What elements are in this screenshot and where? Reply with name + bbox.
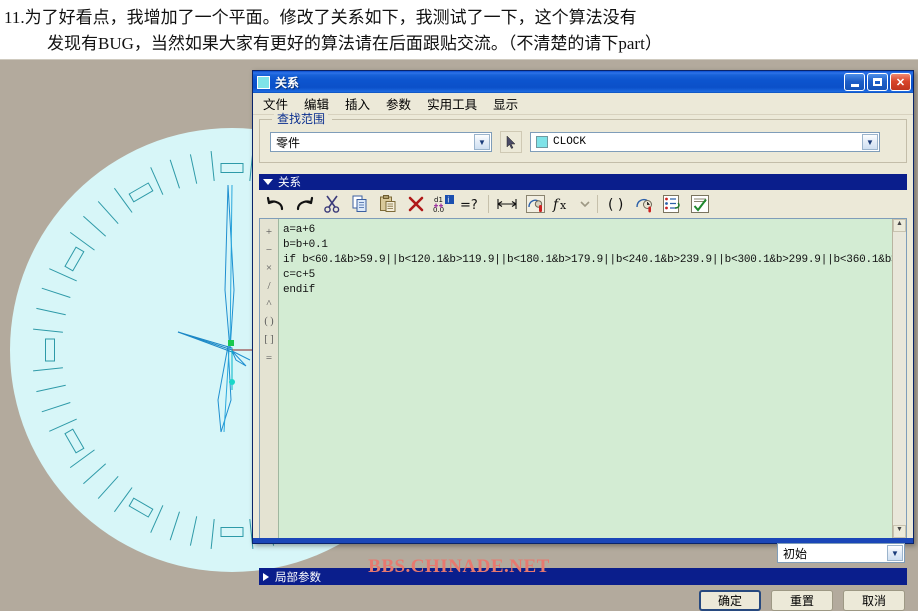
scope-type-value: 零件: [276, 135, 301, 150]
dimension-icon: [497, 199, 517, 209]
reset-button[interactable]: 重置: [771, 590, 833, 611]
svg-text:0.0: 0.0: [433, 206, 444, 213]
operator-divide[interactable]: /: [267, 277, 270, 295]
relations-panel-title: 关系: [278, 177, 301, 189]
paste-icon: [380, 195, 396, 212]
hub-point-2: [229, 379, 235, 385]
history-button[interactable]: [631, 192, 657, 216]
operator-power[interactable]: ^: [266, 295, 271, 313]
part-icon: [536, 136, 548, 148]
find-scope-controls: 零件 ▼ CLOCK ▼: [270, 131, 880, 153]
arrow-cursor-icon: [506, 135, 516, 149]
menu-utilities[interactable]: 实用工具: [425, 92, 479, 115]
relations-text-area[interactable]: a=a+6 b=b+0.1 if b<60.1&b>59.9||b<120.1&…: [279, 219, 892, 538]
chevron-down-icon[interactable]: ▼: [474, 134, 490, 150]
relation-line: c=c+5: [283, 269, 316, 281]
window-icon: [257, 75, 270, 89]
operator-multiply[interactable]: ×: [266, 259, 272, 277]
svg-text:=?: =?: [460, 198, 478, 212]
chevron-down-icon[interactable]: ▼: [862, 134, 878, 150]
dialog-footer: 确定 重置 取消: [699, 590, 905, 611]
operator-minus[interactable]: −: [266, 241, 272, 259]
pick-object-button[interactable]: [500, 131, 522, 153]
paste-button[interactable]: [375, 192, 401, 216]
svg-text:x: x: [560, 199, 567, 212]
function-button[interactable]: f x: [550, 192, 576, 216]
relations-dialog: 关系 ✕ 文件 编辑 插入 参数 实用工具 显示 查找范围 零件 ▼ CLOCK…: [252, 70, 914, 611]
menu-insert[interactable]: 插入: [343, 92, 372, 115]
watermark: BBS.CHINADE.NET: [368, 556, 550, 577]
svg-text:d1: d1: [434, 196, 443, 204]
menu-bar: 文件 编辑 插入 参数 实用工具 显示: [253, 93, 913, 115]
relation-line: endif: [283, 284, 316, 296]
fx-icon: f x: [552, 197, 567, 213]
units-icon: [525, 195, 545, 213]
function-dropdown[interactable]: [578, 192, 592, 216]
ok-button[interactable]: 确定: [699, 590, 761, 611]
relations-panel-header[interactable]: 关系: [259, 174, 907, 190]
undo-button[interactable]: [263, 192, 289, 216]
dialog-title: 关系: [275, 75, 300, 90]
brackets-icon: ( ): [608, 197, 623, 212]
undo-icon: [266, 196, 284, 211]
scope-object-combo[interactable]: CLOCK ▼: [530, 132, 880, 152]
find-scope-label: 查找范围: [274, 110, 329, 127]
brackets-button[interactable]: ( ): [603, 192, 629, 216]
cancel-button[interactable]: 取消: [843, 590, 905, 611]
list-button[interactable]: [659, 192, 685, 216]
scope-object-value: CLOCK: [553, 136, 587, 148]
cut-button[interactable]: [319, 192, 345, 216]
dialog-titlebar[interactable]: 关系 ✕: [253, 71, 913, 93]
units-button[interactable]: [522, 192, 548, 216]
verify-button[interactable]: =?: [459, 192, 483, 216]
find-scope-group: 查找范围 零件 ▼ CLOCK ▼: [259, 110, 907, 163]
operator-brackets[interactable]: [ ]: [264, 331, 273, 349]
scope-type-combo[interactable]: 零件 ▼: [270, 132, 492, 152]
scroll-up-button[interactable]: ▲: [893, 219, 906, 232]
dimension-button[interactable]: [494, 192, 520, 216]
relations-toolbar: d1 0.0 i =? f x (): [259, 190, 907, 218]
relation-line: a=a+6: [283, 224, 316, 236]
show-dimensions-button[interactable]: d1 0.0 i: [431, 192, 457, 216]
relation-line: if b<60.1&b>59.9||b<120.1&b>119.9||b<180…: [283, 254, 892, 266]
caption-block: 11.为了好看点，我增加了一个平面。修改了关系如下，我测试了一下，这个算法没有 …: [0, 0, 918, 60]
caption-text-1: 为了好看点，我增加了一个平面。修改了关系如下，我测试了一下，这个算法没有: [24, 8, 637, 27]
check-icon: [690, 195, 709, 213]
operator-equals[interactable]: =: [266, 349, 272, 367]
delete-button[interactable]: [403, 192, 429, 216]
list-icon: [662, 195, 680, 213]
maximize-button[interactable]: [867, 73, 888, 91]
caption-number: 11.: [4, 8, 25, 27]
svg-text:( ): ( ): [608, 197, 623, 212]
minimize-button[interactable]: [844, 73, 865, 91]
svg-text:i: i: [447, 195, 449, 204]
dialog-bottom-strip: [253, 538, 913, 543]
operator-parentheses[interactable]: ( ): [264, 313, 273, 331]
caption-line-2: 发现有BUG，当然如果大家有更好的算法请在后面跟贴交流。（不清楚的请下part）: [47, 34, 662, 53]
copy-icon: [352, 195, 367, 212]
window-buttons: ✕: [844, 73, 911, 91]
close-x-icon: [408, 196, 424, 212]
redo-button[interactable]: [291, 192, 317, 216]
scroll-down-button[interactable]: ▼: [893, 525, 906, 538]
chevron-down-icon: [580, 201, 590, 208]
operator-plus[interactable]: +: [266, 223, 272, 241]
menu-display[interactable]: 显示: [491, 92, 520, 115]
check-button[interactable]: [687, 192, 713, 216]
menu-parameters[interactable]: 参数: [384, 92, 413, 115]
redo-icon: [296, 196, 314, 211]
copy-button[interactable]: [347, 192, 373, 216]
toggle-dimension-icon: d1 0.0 i: [433, 195, 454, 213]
editor-scrollbar[interactable]: ▲ ▼: [892, 219, 906, 538]
verify-icon: =?: [460, 198, 478, 212]
close-button[interactable]: ✕: [890, 73, 911, 91]
triangle-down-icon[interactable]: [263, 179, 273, 185]
caption-line-1: 11.为了好看点，我增加了一个平面。修改了关系如下，我测试了一下，这个算法没有: [4, 3, 637, 28]
hub-point: [228, 340, 234, 346]
relation-line: b=b+0.1: [283, 239, 328, 251]
clock-history-icon: [635, 198, 652, 213]
scissors-icon: [324, 195, 340, 213]
operator-palette: + − × / ^ ( ) [ ] =: [260, 219, 279, 538]
relations-editor[interactable]: + − × / ^ ( ) [ ] = a=a+6 b=b+0.1 if b<6…: [259, 218, 907, 539]
